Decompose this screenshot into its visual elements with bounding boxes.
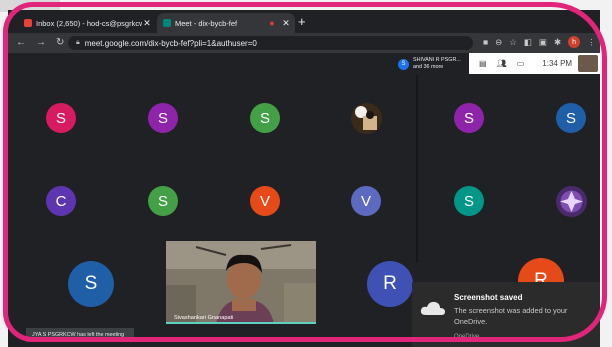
browser-tab-bar: Inbox (2,650) - hod-cs@psgrkcw ✕ Meet - … — [8, 10, 600, 33]
info-icon[interactable]: ▤ — [479, 59, 487, 68]
toast-source: OneDrive — [454, 334, 480, 340]
video-participant-name: Sivashankari Gnanapati — [174, 315, 234, 321]
close-icon[interactable]: ✕ — [142, 18, 152, 29]
toast-title: Screenshot saved — [454, 293, 523, 302]
lock-icon: 🔒︎ — [76, 39, 80, 46]
back-icon[interactable]: ← — [16, 37, 26, 48]
meeting-toolbar: ▤ 👥︎ ▭ 1:34 PM — [469, 53, 600, 74]
tab-title: Inbox (2,650) - hod-cs@psgrkcw — [36, 18, 142, 28]
extension-icon[interactable]: ◧ — [524, 37, 532, 48]
self-view-thumbnail[interactable] — [578, 55, 598, 72]
participant-tile[interactable]: S — [454, 186, 484, 216]
screenshot-toast[interactable]: Screenshot saved The screenshot was adde… — [412, 282, 600, 347]
participant-tile[interactable]: S — [250, 103, 280, 133]
participant-tile[interactable]: R — [367, 261, 413, 307]
participant-tile[interactable]: V — [250, 186, 280, 216]
participant-tile[interactable]: S — [46, 103, 76, 133]
new-tab-button[interactable]: + — [298, 14, 306, 30]
left-meeting-notification: JYA S PSGRKCW has left the meeting — [26, 328, 134, 342]
participant-tile[interactable]: S — [148, 186, 178, 216]
tab-meet[interactable]: Meet - dix-bycb-fef ● ✕ — [157, 13, 295, 33]
close-icon[interactable]: ✕ — [281, 18, 291, 29]
chat-icon[interactable]: ▭ — [517, 59, 525, 68]
speaking-indicator — [166, 322, 316, 324]
screenshot-frame: Inbox (2,650) - hod-cs@psgrkcw ✕ Meet - … — [0, 0, 612, 347]
recording-dot-icon: ● — [269, 18, 275, 28]
zoom-icon[interactable]: ⊖ — [495, 37, 502, 48]
tab-title: Meet - dix-bycb-fef — [175, 18, 238, 28]
participant-name: SHIVANI R PSGR... — [413, 57, 461, 63]
extension-icon[interactable]: ▣ — [539, 37, 547, 48]
participant-tile[interactable]: S — [556, 103, 586, 133]
participant-summary[interactable]: S SHIVANI R PSGR... and 36 more — [398, 55, 468, 73]
menu-icon[interactable]: ⋮ — [587, 37, 596, 48]
people-icon[interactable]: 👥︎ — [497, 59, 507, 68]
url-text: meet.google.com/dix-bycb-fef?pli=1&authu… — [84, 38, 257, 48]
left-meeting-text: JYA S PSGRKCW has left the meeting — [32, 332, 125, 338]
toast-body: The screenshot was added to your OneDriv… — [454, 306, 568, 326]
video-frame — [166, 241, 316, 324]
star-icon[interactable]: ☆ — [509, 37, 517, 48]
cloud-icon — [420, 301, 445, 315]
forward-icon[interactable]: → — [36, 37, 46, 48]
puzzle-icon[interactable]: ✱ — [554, 37, 561, 48]
participant-tile[interactable]: C — [46, 186, 76, 216]
participant-avatar: S — [398, 58, 409, 70]
participant-more: and 36 more — [413, 64, 444, 70]
participant-tile[interactable]: S — [148, 103, 178, 133]
camera-icon[interactable]: ■ — [483, 37, 488, 47]
url-field[interactable]: 🔒︎ meet.google.com/dix-bycb-fef?pli=1&au… — [68, 36, 473, 50]
participant-photo[interactable] — [556, 186, 587, 217]
participant-tile[interactable]: S — [68, 261, 114, 307]
meeting-time: 1:34 PM — [542, 59, 573, 68]
profile-avatar[interactable]: h — [568, 36, 581, 48]
meet-icon — [163, 19, 171, 27]
gmail-icon — [24, 19, 32, 27]
reload-icon[interactable]: ↻ — [56, 37, 64, 48]
participant-tile[interactable]: V — [351, 186, 381, 216]
address-bar: ← → ↻ 🔒︎ meet.google.com/dix-bycb-fef?pl… — [8, 33, 600, 53]
tab-inbox[interactable]: Inbox (2,650) - hod-cs@psgrkcw ✕ — [18, 13, 156, 33]
tile-divider — [416, 75, 418, 263]
participant-tile[interactable]: S — [454, 103, 484, 133]
participant-video[interactable]: Sivashankari Gnanapati — [166, 241, 316, 324]
participant-photo[interactable] — [351, 103, 382, 134]
